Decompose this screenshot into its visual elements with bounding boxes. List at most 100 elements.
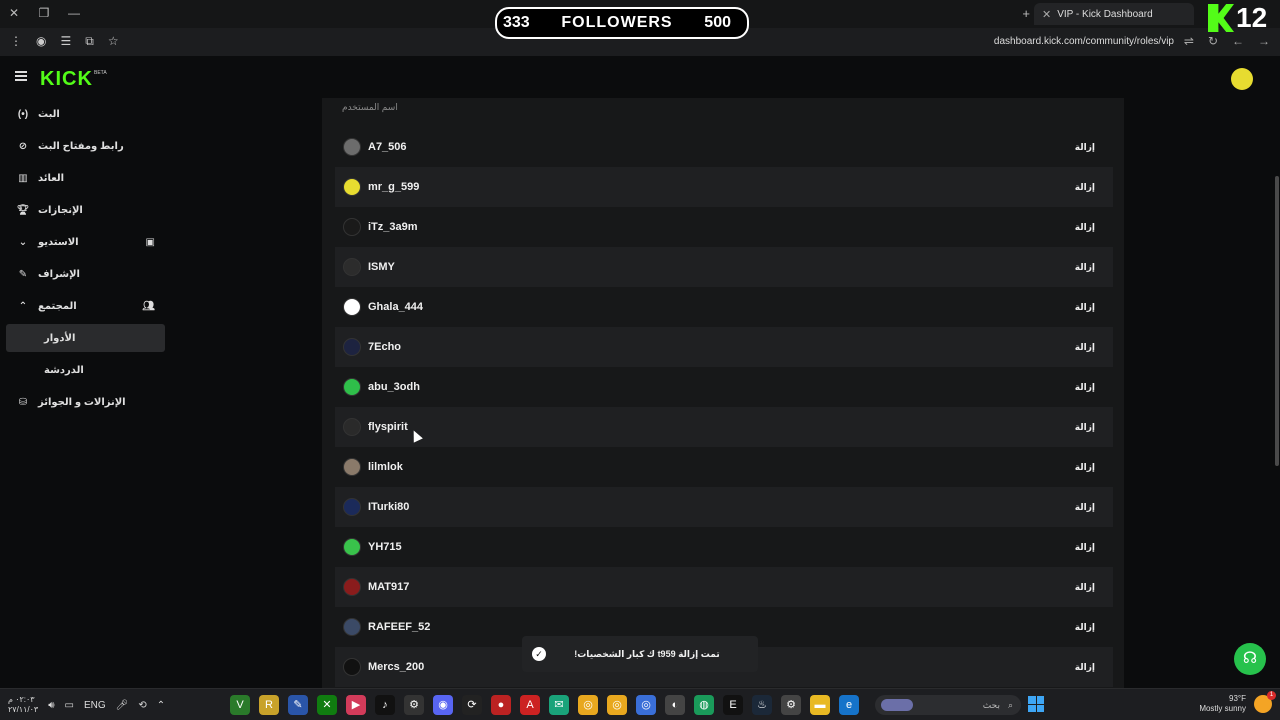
url-field[interactable]: dashboard.kick.com/community/roles/vip	[994, 36, 1174, 47]
username[interactable]: flyspirit	[368, 421, 408, 433]
app-file-explorer-icon[interactable]: ▬	[810, 695, 830, 715]
avatar[interactable]	[343, 138, 361, 156]
remove-button[interactable]: إزالة	[1065, 259, 1105, 276]
remove-button[interactable]: إزالة	[1065, 459, 1105, 476]
network-icon[interactable]: ▭	[65, 700, 74, 711]
hamburger-menu-icon[interactable]	[15, 71, 27, 81]
remove-button[interactable]: إزالة	[1065, 379, 1105, 396]
remove-button[interactable]: إزالة	[1065, 499, 1105, 516]
sidebar-item-roles[interactable]: الأدوار	[6, 324, 165, 352]
username[interactable]: A7_506	[368, 141, 407, 153]
username[interactable]: iTz_3a9m	[368, 221, 418, 233]
app-obs-icon[interactable]: ◐	[665, 695, 685, 715]
username[interactable]: abu_3odh	[368, 381, 420, 393]
avatar[interactable]	[343, 618, 361, 636]
app-edge-icon[interactable]: e	[839, 695, 859, 715]
microphone-icon[interactable]: 🎤︎	[116, 700, 129, 711]
app-adobe-icon[interactable]: A	[520, 695, 540, 715]
site-settings-icon[interactable]: ⇌	[1184, 34, 1194, 48]
app-vpn-icon[interactable]: ◍	[694, 695, 714, 715]
app-feather-icon[interactable]: ✎	[288, 695, 308, 715]
minimize-window-icon[interactable]: —	[66, 6, 82, 20]
sidebar-item-stream[interactable]: (•) البث	[6, 100, 165, 128]
profile-icon[interactable]: ◉	[36, 34, 46, 49]
user-avatar[interactable]	[1231, 68, 1253, 90]
windows-start-icon[interactable]	[1028, 696, 1044, 712]
avatar[interactable]	[343, 658, 361, 676]
remove-button[interactable]: إزالة	[1065, 339, 1105, 356]
sidebar-item-achievements[interactable]: 🏆︎ الإنجازات	[6, 196, 165, 224]
avatar[interactable]	[343, 178, 361, 196]
username[interactable]: Ghala_444	[368, 301, 423, 313]
username[interactable]: lilmlok	[368, 461, 403, 473]
remove-button[interactable]: إزالة	[1065, 659, 1105, 676]
app-steam-icon[interactable]: ♨	[752, 695, 772, 715]
bookmark-star-icon[interactable]: ☆	[108, 34, 119, 49]
app-vectorworks-icon[interactable]: V	[230, 695, 250, 715]
support-chat-button[interactable]: ☊	[1234, 643, 1266, 675]
app-recorder-icon[interactable]: ●	[491, 695, 511, 715]
app-chat-icon[interactable]: ✉	[549, 695, 569, 715]
restore-window-icon[interactable]: ❐	[36, 6, 52, 20]
remove-button[interactable]: إزالة	[1065, 139, 1105, 156]
reload-icon[interactable]: ↻	[1208, 34, 1218, 48]
username[interactable]: Mercs_200	[368, 661, 424, 673]
remove-button[interactable]: إزالة	[1065, 299, 1105, 316]
taskbar-clock[interactable]: ٠٢:٠٣ م ٢٧/١١/٠٣	[8, 695, 38, 715]
menu-dots-icon[interactable]: ⋮	[10, 34, 22, 49]
avatar[interactable]	[343, 498, 361, 516]
avatar[interactable]	[343, 258, 361, 276]
sidebar-item-community[interactable]: ⌃ المجتمع 👥︎	[6, 292, 165, 320]
sidebar-item-drops[interactable]: ⛁ الإنزالات و الجوائز	[6, 388, 165, 416]
sidebar-item-studio[interactable]: ⌄ الاستديو ▣	[6, 228, 165, 256]
app-media-icon[interactable]: ▶	[346, 695, 366, 715]
forward-icon[interactable]: ←	[1232, 34, 1244, 48]
avatar[interactable]	[343, 218, 361, 236]
back-icon[interactable]: →	[1258, 34, 1270, 48]
username[interactable]: mr_g_599	[368, 181, 419, 193]
browser-tab[interactable]: ✕ VIP - Kick Dashboard	[1034, 3, 1194, 25]
sidebar-item-revenue[interactable]: ▥ العائد	[6, 164, 165, 192]
app-tiktok-icon[interactable]: ♪	[375, 695, 395, 715]
volume-icon[interactable]: 🔊︎	[48, 700, 54, 711]
avatar[interactable]	[343, 538, 361, 556]
sidebar-item-moderation[interactable]: ✎ الإشراف	[6, 260, 165, 288]
remove-button[interactable]: إزالة	[1065, 179, 1105, 196]
avatar[interactable]	[343, 378, 361, 396]
new-tab-button[interactable]: +	[1022, 6, 1030, 21]
avatar[interactable]	[343, 338, 361, 356]
sidebar-item-chat[interactable]: الدردشة	[6, 356, 165, 384]
sidebar-item-stream-key[interactable]: ⊘ رابط ومفتاح البث	[6, 132, 165, 160]
app-chrome-active-icon[interactable]: ◎	[636, 695, 656, 715]
taskbar-search[interactable]: بحث ⌕	[875, 695, 1021, 715]
scrollbar-thumb[interactable]	[1275, 176, 1279, 466]
avatar[interactable]	[343, 418, 361, 436]
app-settings-gear-icon[interactable]: ⚙	[404, 695, 424, 715]
remove-button[interactable]: إزالة	[1065, 579, 1105, 596]
kick-logo[interactable]: KICK	[40, 68, 93, 91]
username[interactable]: 7Echo	[368, 341, 401, 353]
tray-chevron-icon[interactable]: ⌃	[157, 700, 165, 711]
remove-button[interactable]: إزالة	[1065, 619, 1105, 636]
avatar[interactable]	[343, 578, 361, 596]
app-discord-icon[interactable]: ◉	[433, 695, 453, 715]
tune-icon[interactable]: ☰	[60, 34, 71, 49]
app-rockstar-icon[interactable]: R	[259, 695, 279, 715]
language-indicator[interactable]: ENG	[84, 700, 106, 711]
remove-button[interactable]: إزالة	[1065, 419, 1105, 436]
weather-widget[interactable]: 93°F Mostly sunny 1	[1199, 691, 1276, 714]
remove-button[interactable]: إزالة	[1065, 539, 1105, 556]
username[interactable]: YH715	[368, 541, 402, 553]
sync-icon[interactable]: ⟲	[138, 700, 146, 711]
page-scrollbar[interactable]	[1274, 56, 1280, 688]
username[interactable]: MAT917	[368, 581, 409, 593]
username[interactable]: RAFEEF_52	[368, 621, 430, 633]
extensions-icon[interactable]: ⧉	[85, 34, 94, 49]
app-chrome-icon[interactable]: ◎	[578, 695, 598, 715]
remove-button[interactable]: إزالة	[1065, 219, 1105, 236]
username[interactable]: ITurki80	[368, 501, 409, 513]
app-capcut-icon[interactable]: ⟳	[462, 695, 482, 715]
avatar[interactable]	[343, 298, 361, 316]
app-xbox-icon[interactable]: ✕	[317, 695, 337, 715]
app-epic-icon[interactable]: E	[723, 695, 743, 715]
